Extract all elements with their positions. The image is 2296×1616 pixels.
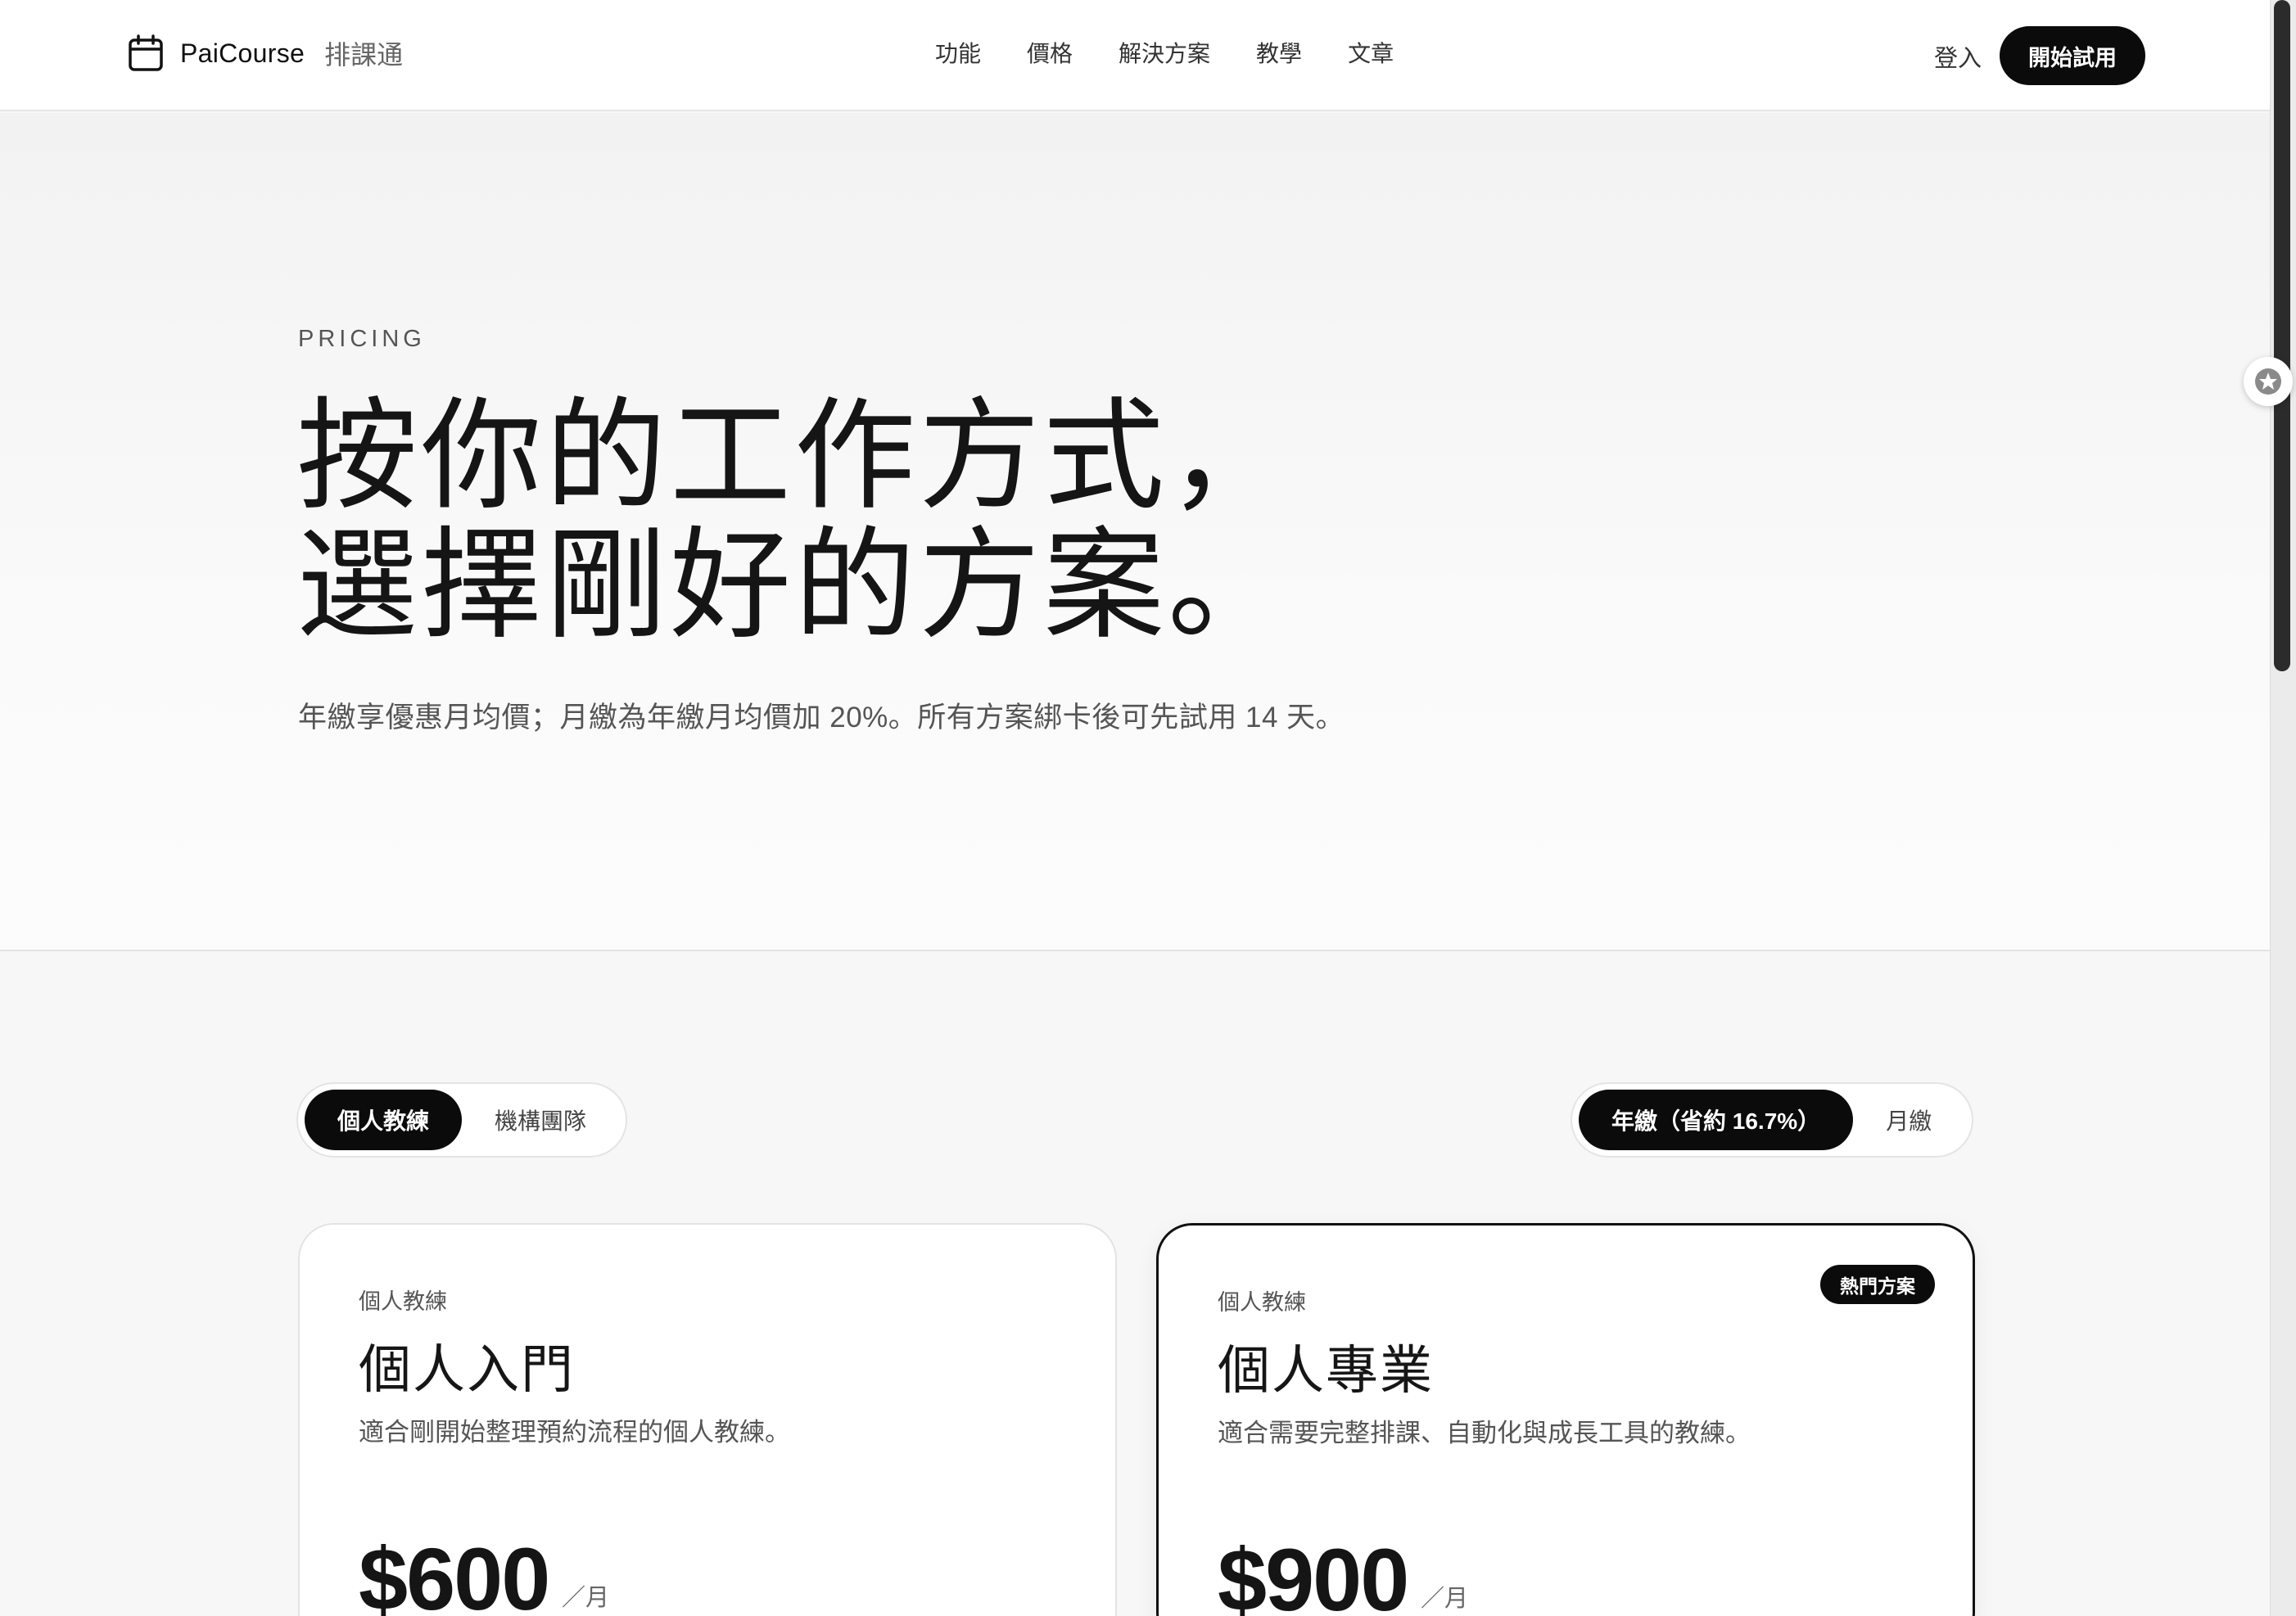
star-icon xyxy=(2255,368,2281,395)
brand-logo[interactable]: PaiCourse 排課通 xyxy=(128,34,403,72)
plan-price: $900 xyxy=(1218,1530,1409,1616)
billing-toggle: 年繳（省約 16.7%） 月繳 xyxy=(1571,1082,1973,1158)
floating-extension-button[interactable] xyxy=(2244,357,2293,406)
plan-description: 適合剛開始整理預約流程的個人教練。 xyxy=(359,1418,790,1447)
plan-description: 適合需要完整排課、自動化與成長工具的教練。 xyxy=(1218,1419,1751,1447)
brand-sub: 排課通 xyxy=(324,40,404,70)
hero-section: PRICING 按你的工作方式， 選擇剛好的方案。 年繳享優惠月均價；月繳為年繳… xyxy=(0,113,2270,951)
plan-title: 個人入門 xyxy=(359,1340,575,1401)
page-scrollbar[interactable] xyxy=(2270,0,2296,1616)
login-link[interactable]: 登入 xyxy=(1934,39,1982,74)
start-trial-button[interactable]: 開始試用 xyxy=(2000,26,2145,85)
toggle-organization-team[interactable]: 機構團隊 xyxy=(462,1090,619,1150)
plan-audience-tag: 個人教練 xyxy=(1218,1290,1306,1315)
toggle-personal-coach[interactable]: 個人教練 xyxy=(305,1090,462,1150)
headline-line-1: 按你的工作方式， xyxy=(296,386,1292,526)
nav-item-features[interactable]: 功能 xyxy=(935,36,981,69)
nav-item-solutions[interactable]: 解決方案 xyxy=(1119,36,1210,69)
brand-name: PaiCourse xyxy=(180,38,305,68)
popular-badge: 熱門方案 xyxy=(1820,1265,1935,1304)
plan-title: 個人專業 xyxy=(1218,1341,1434,1402)
plan-card-pro[interactable]: 熱門方案 個人教練 個人專業 適合需要完整排課、自動化與成長工具的教練。 $90… xyxy=(1156,1223,1975,1616)
main-nav: 功能 價格 解決方案 教學 文章 xyxy=(935,36,1394,69)
headline-line-2: 選擇剛好的方案。 xyxy=(296,515,1292,656)
plan-price: $600 xyxy=(359,1529,550,1616)
toggle-annual-billing[interactable]: 年繳（省約 16.7%） xyxy=(1579,1090,1854,1150)
top-navbar: PaiCourse 排課通 功能 價格 解決方案 教學 文章 登入 開始試用 xyxy=(0,0,2270,111)
page-title: 按你的工作方式， 選擇剛好的方案。 xyxy=(296,391,1292,650)
scrollbar-thumb[interactable] xyxy=(2274,0,2290,671)
plan-price-unit: ／月 xyxy=(562,1585,610,1611)
plan-audience-tag: 個人教練 xyxy=(359,1289,447,1314)
hero-subtitle: 年繳享優惠月均價；月繳為年繳月均價加 20%。所有方案綁卡後可先試用 14 天。 xyxy=(298,702,1345,734)
plan-price-unit: ／月 xyxy=(1421,1586,1469,1612)
nav-item-pricing[interactable]: 價格 xyxy=(1027,36,1073,69)
plan-card-starter[interactable]: 個人教練 個人入門 適合剛開始整理預約流程的個人教練。 $600 ／月 xyxy=(298,1223,1117,1616)
section-eyebrow: PRICING xyxy=(298,326,426,352)
toggle-monthly-billing[interactable]: 月繳 xyxy=(1853,1090,1964,1150)
nav-item-articles[interactable]: 文章 xyxy=(1348,36,1394,69)
calendar-icon xyxy=(129,34,163,71)
audience-toggle: 個人教練 機構團隊 xyxy=(296,1082,627,1158)
nav-item-tutorials[interactable]: 教學 xyxy=(1256,36,1302,69)
